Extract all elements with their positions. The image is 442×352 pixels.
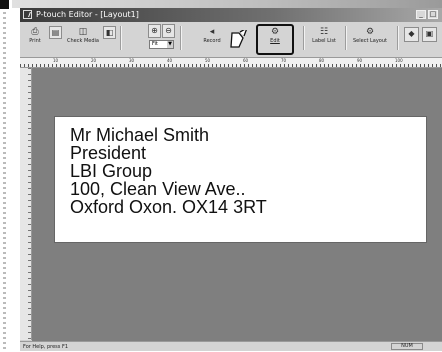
media-icon: ◫ bbox=[78, 27, 88, 37]
zoom-value: Fit bbox=[152, 41, 158, 47]
ruler-mark: 80 bbox=[319, 58, 325, 63]
paint-button[interactable]: ◆ bbox=[404, 27, 419, 42]
page-header-band bbox=[12, 0, 442, 8]
ruler-mark: 10 bbox=[53, 58, 59, 63]
ruler-mark: 60 bbox=[243, 58, 249, 63]
print-label: Print bbox=[29, 38, 41, 44]
label-text-line[interactable]: Oxford Oxon. OX14 3RT bbox=[70, 197, 267, 217]
chevron-down-icon[interactable]: ▼ bbox=[167, 41, 173, 48]
ruler-mark: 70 bbox=[281, 58, 287, 63]
single-page-button[interactable]: ▤ bbox=[49, 26, 62, 39]
record-icon: ◂ bbox=[209, 27, 215, 37]
print-button[interactable]: ⎙ Print bbox=[24, 24, 46, 54]
window-title: P-touch Editor - [Layout1] bbox=[36, 10, 139, 19]
toolbar-separator bbox=[303, 26, 304, 50]
paint-icon: ◆ bbox=[408, 29, 415, 38]
toolbar-separator bbox=[397, 26, 398, 50]
label-text-line[interactable]: Mr Michael Smith bbox=[70, 125, 209, 145]
zoom-out-button[interactable]: ⊖ bbox=[162, 24, 175, 38]
layout-icon: ⚙ bbox=[365, 27, 375, 37]
app-window: P-touch Editor - [Layout1] _ □ ⎙ Print ▤… bbox=[20, 8, 442, 351]
label-text-line[interactable]: LBI Group bbox=[70, 161, 152, 181]
ruler-mark: 90 bbox=[357, 58, 363, 63]
maximize-button[interactable]: □ bbox=[428, 10, 438, 19]
horizontal-ruler: 10 20 30 40 50 60 70 80 90 100 bbox=[20, 58, 442, 68]
ruler-mark: 40 bbox=[167, 58, 173, 63]
view-button[interactable]: ◧ bbox=[103, 26, 116, 39]
page-icon: ▤ bbox=[51, 28, 60, 37]
toolbar-separator bbox=[345, 26, 346, 50]
label-canvas[interactable]: Mr Michael Smith President LBI Group 100… bbox=[54, 116, 427, 243]
zoom-out-icon: ⊖ bbox=[165, 26, 172, 35]
toolbar-separator bbox=[120, 26, 121, 50]
record-label: Record bbox=[203, 38, 221, 44]
ruler-mark: 50 bbox=[205, 58, 211, 63]
label-text-line[interactable]: 100, Clean View Ave.. bbox=[70, 179, 245, 199]
app-icon bbox=[23, 10, 32, 19]
label-list-icon: ☷ bbox=[319, 27, 329, 37]
layout-workspace[interactable]: Mr Michael Smith President LBI Group 100… bbox=[32, 68, 442, 341]
ruler-mark: 100 bbox=[395, 58, 403, 63]
select-layout-label: Select Layout bbox=[352, 38, 387, 44]
label-list-button[interactable]: ☷ Label List bbox=[308, 24, 340, 54]
view-icon: ◧ bbox=[105, 28, 114, 37]
page-dotted-margin bbox=[3, 12, 6, 350]
status-help-text: For Help, press F1 bbox=[23, 344, 69, 350]
record-button[interactable]: ◂ Record bbox=[200, 24, 224, 54]
check-media-label: Check Media bbox=[67, 38, 99, 44]
num-lock-indicator: NUM bbox=[391, 343, 423, 350]
setup-icon: ▣ bbox=[425, 29, 434, 38]
zoom-in-icon: ⊕ bbox=[151, 26, 158, 35]
ruler-mark: 30 bbox=[129, 58, 135, 63]
pointer-hand-icon bbox=[230, 30, 247, 48]
printer-icon: ⎙ bbox=[31, 27, 39, 37]
print-setup-button[interactable]: ▣ bbox=[422, 27, 437, 42]
minimize-button[interactable]: _ bbox=[416, 10, 426, 19]
select-layout-button[interactable]: ⚙ Select Layout bbox=[350, 24, 390, 54]
toolbar-separator bbox=[180, 26, 181, 50]
status-bar: For Help, press F1 NUM bbox=[20, 341, 442, 351]
corner-marker bbox=[0, 0, 9, 9]
label-text-line[interactable]: President bbox=[70, 143, 146, 163]
check-media-button[interactable]: ◫ Check Media bbox=[66, 24, 100, 54]
edit-highlight-box bbox=[256, 24, 294, 55]
toolbar: ⎙ Print ▤ ◫ Check Media ◧ ⊕ ⊖ Fit ▼ ◂ Re… bbox=[20, 22, 442, 58]
vertical-ruler bbox=[20, 68, 32, 340]
ruler-mark: 20 bbox=[91, 58, 97, 63]
zoom-in-button[interactable]: ⊕ bbox=[148, 24, 161, 38]
label-list-label: Label List bbox=[312, 38, 336, 44]
title-bar: P-touch Editor - [Layout1] _ □ bbox=[20, 8, 442, 22]
